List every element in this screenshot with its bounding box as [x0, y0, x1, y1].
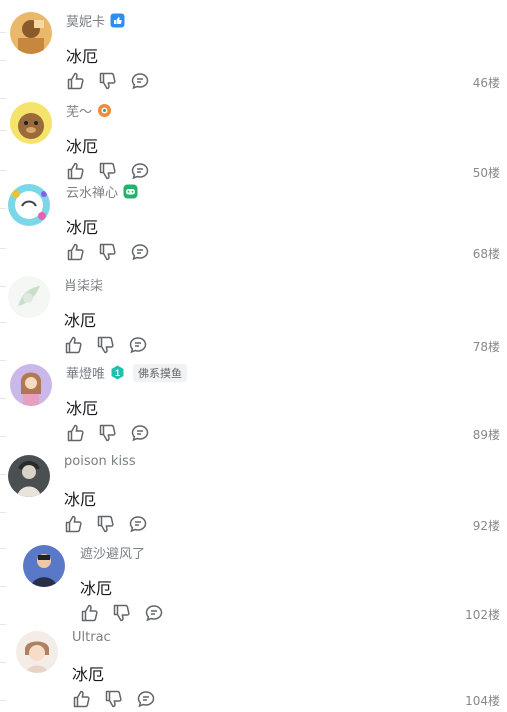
comment-text: 冰厄 — [72, 665, 105, 684]
avatar[interactable] — [10, 364, 52, 406]
level-number: 1 — [115, 368, 120, 378]
thumbs-up-icon[interactable] — [80, 603, 100, 623]
user-tag: 佛系摸鱼 — [133, 363, 188, 382]
username[interactable]: 肖柒柒 — [64, 275, 103, 294]
avatar[interactable] — [8, 184, 50, 226]
comment-icon[interactable] — [144, 603, 164, 623]
avatar[interactable] — [10, 102, 52, 144]
avatar[interactable] — [10, 12, 52, 54]
username[interactable]: 莫妮卡 — [66, 11, 105, 30]
username-row: 華燈唯 1 佛系摸鱼 — [66, 363, 188, 382]
username-row: 芜～ — [66, 101, 112, 120]
comment-text: 冰厄 — [66, 137, 99, 156]
thumbs-down-icon[interactable] — [96, 335, 116, 355]
comment-icon[interactable] — [130, 242, 150, 262]
green-game-badge-icon — [123, 184, 138, 199]
username-row: 遮沙避风了 — [80, 543, 145, 562]
action-bar — [66, 161, 150, 181]
comment-icon[interactable] — [128, 514, 148, 534]
thumbs-down-icon[interactable] — [104, 689, 124, 709]
username[interactable]: Ultrac — [72, 630, 111, 645]
thumbs-up-badge-icon — [110, 13, 125, 28]
action-bar — [64, 514, 148, 534]
action-bar — [72, 689, 156, 709]
username[interactable]: 芜～ — [66, 101, 92, 120]
comment-text: 冰厄 — [64, 311, 97, 330]
floor-number: 50楼 — [472, 166, 500, 180]
floor-number: 68楼 — [472, 247, 500, 261]
comment-icon[interactable] — [128, 335, 148, 355]
comment-icon[interactable] — [130, 423, 150, 443]
floor-number: 89楼 — [472, 428, 500, 442]
thumbs-down-icon[interactable] — [98, 161, 118, 181]
action-bar — [80, 603, 164, 623]
floor-number: 102楼 — [465, 608, 500, 622]
username[interactable]: poison kiss — [64, 454, 136, 469]
comment-text: 冰厄 — [66, 399, 99, 418]
floor-number: 92楼 — [472, 519, 500, 533]
thumbs-down-icon[interactable] — [98, 423, 118, 443]
action-bar — [66, 423, 150, 443]
level-badge-icon: 1 — [110, 365, 125, 380]
comment-icon[interactable] — [136, 689, 156, 709]
comment-text: 冰厄 — [66, 218, 99, 237]
username[interactable]: 遮沙避风了 — [80, 543, 145, 562]
avatar[interactable] — [8, 455, 50, 497]
floor-number: 78楼 — [472, 340, 500, 354]
comment-icon[interactable] — [130, 71, 150, 91]
thumbs-up-icon[interactable] — [64, 335, 84, 355]
action-bar — [66, 242, 150, 262]
comment-text: 冰厄 — [64, 490, 97, 509]
username-row: 肖柒柒 — [64, 275, 103, 294]
thumbs-up-icon[interactable] — [66, 71, 86, 91]
avatar[interactable] — [8, 276, 50, 318]
thumbs-up-icon[interactable] — [66, 423, 86, 443]
comment-text: 冰厄 — [80, 579, 113, 598]
action-bar — [64, 335, 148, 355]
comment-text: 冰厄 — [66, 47, 99, 66]
thumbs-down-icon[interactable] — [98, 242, 118, 262]
floor-number: 46楼 — [472, 76, 500, 90]
username[interactable]: 華燈唯 — [66, 363, 105, 382]
username-row: 云水禅心 — [66, 182, 138, 201]
thumbs-down-icon[interactable] — [112, 603, 132, 623]
avatar[interactable] — [23, 545, 65, 587]
username-row: Ultrac — [72, 630, 111, 645]
thumbs-down-icon[interactable] — [96, 514, 116, 534]
thumbs-down-icon[interactable] — [98, 71, 118, 91]
avatar[interactable] — [16, 631, 58, 673]
thumbs-up-icon[interactable] — [72, 689, 92, 709]
floor-number: 104楼 — [465, 694, 500, 708]
left-edge-rule — [0, 0, 6, 712]
comment-icon[interactable] — [130, 161, 150, 181]
username-row: poison kiss — [64, 454, 136, 469]
thumbs-up-icon[interactable] — [66, 161, 86, 181]
orange-badge-icon — [97, 103, 112, 118]
thumbs-up-icon[interactable] — [66, 242, 86, 262]
username-row: 莫妮卡 — [66, 11, 125, 30]
action-bar — [66, 71, 150, 91]
thumbs-up-icon[interactable] — [64, 514, 84, 534]
username[interactable]: 云水禅心 — [66, 182, 118, 201]
